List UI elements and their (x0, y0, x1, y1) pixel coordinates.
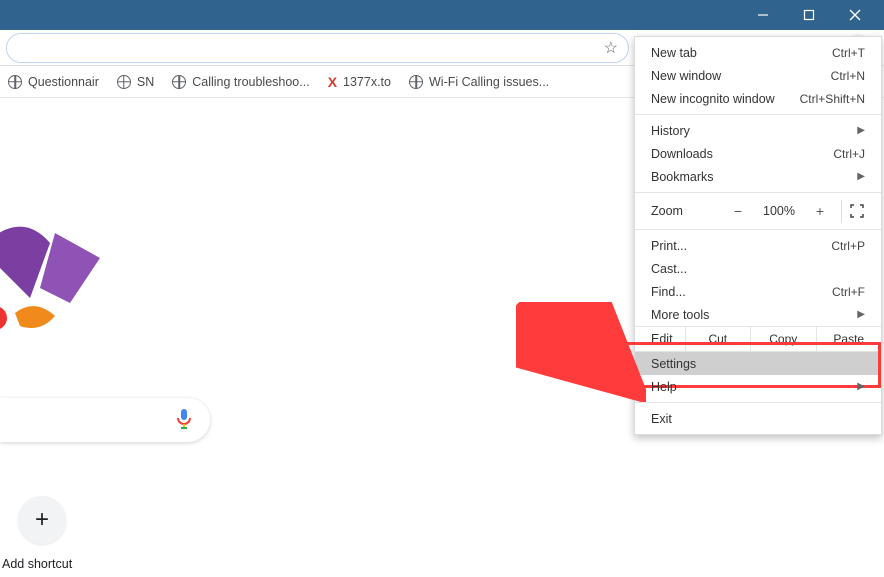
add-shortcut-button[interactable]: + (18, 496, 66, 544)
minimize-button[interactable] (740, 0, 786, 30)
menu-label: Help (651, 380, 677, 394)
plus-icon: + (35, 506, 49, 534)
menu-label: New tab (651, 46, 697, 60)
menu-edit-label: Edit (635, 327, 685, 351)
menu-paste[interactable]: Paste (816, 327, 881, 351)
globe-icon (8, 75, 22, 89)
close-button[interactable] (832, 0, 878, 30)
bookmark-label: SN (137, 75, 154, 89)
bookmark-label: Wi-Fi Calling issues... (429, 75, 549, 89)
menu-shortcut: Ctrl+J (833, 147, 865, 161)
bookmark-item[interactable]: Questionnair (8, 75, 99, 89)
menu-more-tools[interactable]: More tools ▶ (635, 303, 881, 326)
menu-new-window[interactable]: New window Ctrl+N (635, 64, 881, 87)
menu-downloads[interactable]: Downloads Ctrl+J (635, 142, 881, 165)
bookmark-item[interactable]: X 1377x.to (328, 74, 391, 90)
menu-zoom-row: Zoom − 100% + (635, 197, 881, 225)
menu-label: Bookmarks (651, 170, 714, 184)
menu-label: New incognito window (651, 92, 775, 106)
globe-icon (117, 75, 131, 89)
menu-label: Exit (651, 412, 672, 426)
menu-label: Cast... (651, 262, 687, 276)
menu-label: New window (651, 69, 721, 83)
bookmark-label: Questionnair (28, 75, 99, 89)
zoom-value: 100% (759, 204, 799, 218)
menu-help[interactable]: Help ▶ (635, 375, 881, 398)
bookmark-label: 1377x.to (343, 75, 391, 89)
menu-separator (635, 114, 881, 115)
menu-shortcut: Ctrl+P (831, 239, 865, 253)
menu-zoom-label: Zoom (651, 204, 683, 218)
menu-label: Downloads (651, 147, 713, 161)
menu-separator (635, 229, 881, 230)
google-doodle[interactable] (0, 208, 110, 338)
zoom-out-button[interactable]: − (727, 203, 749, 219)
menu-separator (635, 192, 881, 193)
menu-shortcut: Ctrl+N (831, 69, 865, 83)
menu-bookmarks[interactable]: Bookmarks ▶ (635, 165, 881, 188)
menu-settings[interactable]: Settings (635, 352, 881, 375)
bookmark-star-icon[interactable]: ☆ (604, 38, 618, 58)
voice-search-icon[interactable] (176, 408, 192, 433)
globe-icon (172, 75, 186, 89)
menu-copy[interactable]: Copy (750, 327, 815, 351)
bookmark-item[interactable]: Wi-Fi Calling issues... (409, 75, 549, 89)
window-titlebar (0, 0, 884, 30)
add-shortcut-label: Add shortcut (2, 557, 72, 571)
menu-new-tab[interactable]: New tab Ctrl+T (635, 41, 881, 64)
omnibox[interactable]: ☆ (6, 33, 629, 63)
bookmark-item[interactable]: Calling troubleshoo... (172, 75, 309, 89)
zoom-in-button[interactable]: + (809, 203, 831, 219)
menu-shortcut: Ctrl+Shift+N (800, 92, 865, 106)
submenu-arrow-icon: ▶ (857, 171, 865, 182)
chrome-main-menu: New tab Ctrl+T New window Ctrl+N New inc… (634, 36, 882, 435)
bookmark-item[interactable]: SN (117, 75, 154, 89)
menu-find[interactable]: Find... Ctrl+F (635, 280, 881, 303)
menu-label: Find... (651, 285, 686, 299)
menu-print[interactable]: Print... Ctrl+P (635, 234, 881, 257)
x-icon: X (328, 74, 337, 90)
submenu-arrow-icon: ▶ (857, 381, 865, 392)
submenu-arrow-icon: ▶ (857, 309, 865, 320)
menu-new-incognito[interactable]: New incognito window Ctrl+Shift+N (635, 87, 881, 110)
menu-cast[interactable]: Cast... (635, 257, 881, 280)
globe-icon (409, 75, 423, 89)
menu-shortcut: Ctrl+F (832, 285, 865, 299)
bookmark-label: Calling troubleshoo... (192, 75, 309, 89)
menu-history[interactable]: History ▶ (635, 119, 881, 142)
menu-label: History (651, 124, 690, 138)
menu-edit-row: Edit Cut Copy Paste (635, 326, 881, 352)
fullscreen-button[interactable] (841, 200, 871, 222)
menu-separator (635, 402, 881, 403)
menu-shortcut: Ctrl+T (832, 46, 865, 60)
submenu-arrow-icon: ▶ (857, 125, 865, 136)
menu-cut[interactable]: Cut (685, 327, 750, 351)
google-search-box[interactable] (0, 398, 210, 442)
menu-label: Settings (651, 357, 696, 371)
maximize-button[interactable] (786, 0, 832, 30)
menu-label: Print... (651, 239, 687, 253)
menu-exit[interactable]: Exit (635, 407, 881, 430)
menu-label: More tools (651, 308, 709, 322)
